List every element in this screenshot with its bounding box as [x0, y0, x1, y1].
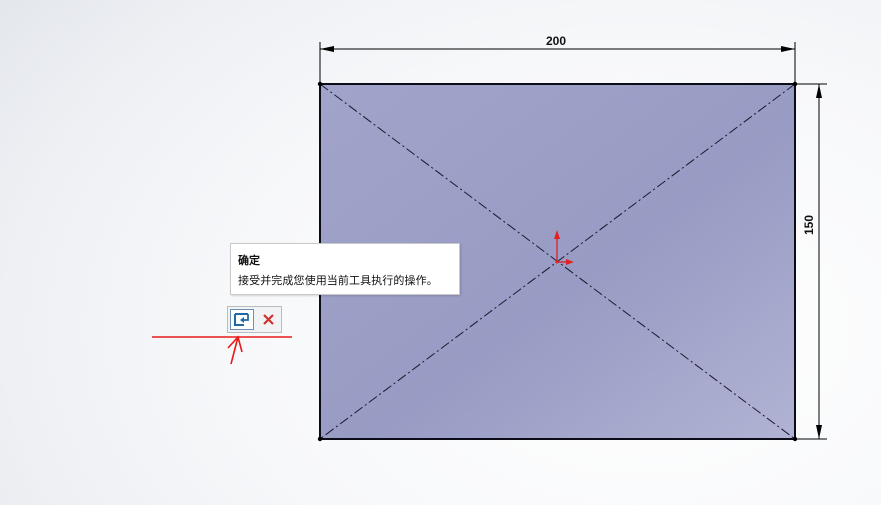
ok-check-icon	[234, 313, 249, 326]
corner-point[interactable]	[792, 81, 798, 87]
corner-point[interactable]	[317, 81, 323, 87]
annotation-arrow	[152, 335, 292, 365]
height-dimension[interactable]: 150	[797, 83, 827, 440]
tooltip-description: 接受并完成您使用当前工具执行的操作。	[238, 274, 438, 287]
width-dimension-value[interactable]: 200	[546, 34, 566, 48]
graphics-area[interactable]: 200 150 确定 接受并完成您使用当前工具执行的操作。	[0, 0, 881, 505]
close-icon	[263, 314, 274, 325]
cancel-button[interactable]	[257, 309, 280, 330]
width-dimension[interactable]: 200	[319, 34, 796, 82]
tooltip-title: 确定	[238, 254, 260, 267]
confirmation-corner	[227, 306, 282, 333]
tooltip-ok: 确定 接受并完成您使用当前工具执行的操作。	[230, 243, 460, 295]
height-dimension-value[interactable]: 150	[802, 215, 816, 235]
ok-button[interactable]	[230, 309, 254, 330]
corner-point[interactable]	[317, 436, 323, 442]
corner-point[interactable]	[792, 436, 798, 442]
